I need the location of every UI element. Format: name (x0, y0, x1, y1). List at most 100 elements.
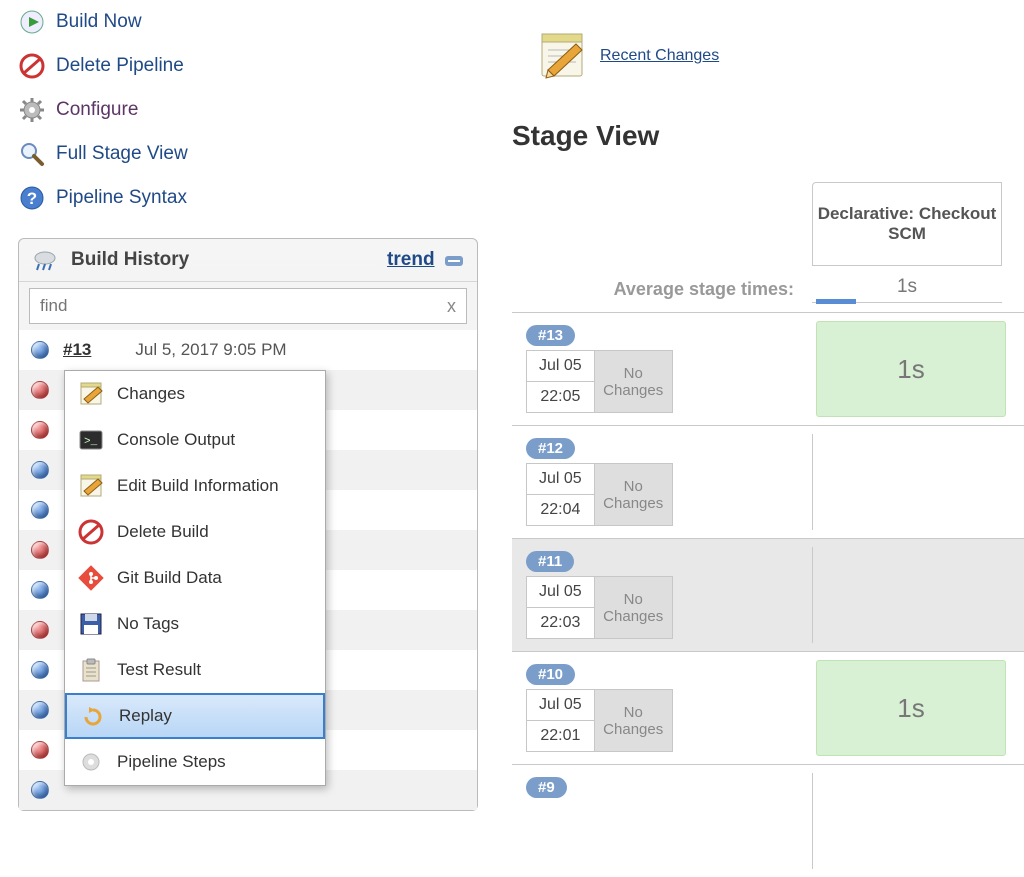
gear-light-icon (77, 748, 105, 776)
status-ball-icon (31, 781, 49, 799)
status-ball-icon (31, 461, 49, 479)
stage-cell[interactable]: 1s (816, 321, 1006, 417)
build-date: Jul 5, 2017 9:05 PM (135, 340, 286, 360)
git-icon (77, 564, 105, 592)
build-history-header: Build History trend (19, 239, 477, 282)
run-time: 22:04 (527, 495, 594, 525)
build-pill[interactable]: #12 (526, 438, 575, 459)
stage-cell[interactable] (812, 434, 1002, 530)
nav-link-label: Full Stage View (56, 143, 188, 165)
build-time-box: Jul 0522:01No Changes (526, 689, 812, 752)
redo-icon (79, 702, 107, 730)
menu-item-label: Edit Build Information (117, 476, 279, 496)
run-date: Jul 05 (527, 464, 594, 495)
menu-item-label: Test Result (117, 660, 201, 680)
run-changes: No Changes (595, 576, 673, 639)
status-ball-icon (31, 381, 49, 399)
build-time-box: Jul 0522:05No Changes (526, 350, 812, 413)
stage-run-row: #13Jul 0522:05No Changes1s (512, 312, 1024, 425)
run-date: Jul 05 (527, 690, 594, 721)
status-ball-icon (31, 541, 49, 559)
find-box: x (29, 288, 467, 324)
status-ball-icon (31, 741, 49, 759)
build-context-menu: Changes >_ Console Output Edit Build Inform… (64, 370, 326, 786)
build-pill[interactable]: #9 (526, 777, 567, 798)
build-time-box: Jul 0522:04No Changes (526, 463, 812, 526)
nav-link-label: Configure (56, 99, 138, 121)
menu-no-tags[interactable]: No Tags (65, 601, 325, 647)
status-ball-icon (31, 581, 49, 599)
avg-stage-times-label: Average stage times: (512, 279, 812, 300)
menu-item-label: Console Output (117, 430, 235, 450)
menu-item-label: Git Build Data (117, 568, 222, 588)
menu-item-label: No Tags (117, 614, 179, 634)
no-entry-icon (77, 518, 105, 546)
gear-icon (18, 96, 46, 124)
status-ball-icon (31, 621, 49, 639)
run-time: 22:05 (527, 382, 594, 412)
stage-cell[interactable] (812, 773, 1002, 869)
menu-replay[interactable]: Replay (65, 693, 325, 739)
svg-text:?: ? (27, 189, 37, 208)
run-time: 22:03 (527, 608, 594, 638)
status-ball-icon (31, 661, 49, 679)
build-row[interactable]: #13 Jul 5, 2017 9:05 PM (19, 330, 477, 370)
collapse-icon[interactable] (445, 256, 463, 266)
build-history-title: Build History (71, 249, 189, 271)
menu-item-label: Delete Build (117, 522, 209, 542)
stage-column-header: Declarative: Checkout SCM (812, 182, 1002, 266)
menu-edit-build-information[interactable]: Edit Build Information (65, 463, 325, 509)
nav-link-label: Pipeline Syntax (56, 187, 187, 209)
build-pill[interactable]: #11 (526, 551, 574, 572)
terminal-icon: >_ (77, 426, 105, 454)
weather-icon (33, 249, 59, 271)
menu-item-label: Replay (119, 706, 172, 726)
menu-pipeline-steps[interactable]: Pipeline Steps (65, 739, 325, 785)
clipboard-icon (77, 656, 105, 684)
trend-link[interactable]: trend (387, 249, 435, 270)
nav-link-label: Build Now (56, 11, 142, 33)
notepad-icon (536, 30, 588, 82)
stage-cell[interactable] (812, 547, 1002, 643)
menu-delete-build[interactable]: Delete Build (65, 509, 325, 555)
run-date: Jul 05 (527, 351, 594, 382)
help-icon: ? (18, 184, 46, 212)
stage-cell[interactable]: 1s (816, 660, 1006, 756)
run-changes: No Changes (595, 689, 673, 752)
menu-git-build-data[interactable]: Git Build Data (65, 555, 325, 601)
find-input[interactable] (40, 296, 447, 316)
stage-run-row: #11 Jul 0522:03No Changes (512, 538, 1024, 651)
run-changes: No Changes (595, 350, 673, 413)
status-ball-icon (31, 421, 49, 439)
build-pill[interactable]: #13 (526, 325, 575, 346)
floppy-icon (77, 610, 105, 638)
svg-text:>_: >_ (84, 436, 98, 448)
menu-console-output[interactable]: >_ Console Output (65, 417, 325, 463)
stage-run-row: #10Jul 0522:01No Changes1s (512, 651, 1024, 764)
magnifier-icon (18, 140, 46, 168)
stage-view-table: Declarative: Checkout SCM Average stage … (512, 182, 1024, 877)
menu-changes[interactable]: Changes (65, 371, 325, 417)
status-ball-icon (31, 501, 49, 519)
stage-run-row: #12 Jul 0522:04No Changes (512, 425, 1024, 538)
stage-run-row: #9 (512, 764, 1024, 877)
build-number-link[interactable]: #13 (63, 340, 91, 360)
nav-link-label: Delete Pipeline (56, 55, 184, 77)
stage-view-title: Stage View (512, 82, 1024, 152)
menu-test-result[interactable]: Test Result (65, 647, 325, 693)
build-pill[interactable]: #10 (526, 664, 575, 685)
recent-changes-link[interactable]: Recent Changes (600, 47, 719, 65)
run-date: Jul 05 (527, 577, 594, 608)
run-changes: No Changes (595, 463, 673, 526)
avg-progress-bar (816, 299, 856, 304)
notepad-icon (77, 472, 105, 500)
menu-item-label: Changes (117, 384, 185, 404)
avg-stage-time-value: 1s (812, 276, 1002, 303)
run-time: 22:01 (527, 721, 594, 751)
clock-play-icon (18, 8, 46, 36)
no-entry-icon (18, 52, 46, 80)
build-time-box: Jul 0522:03No Changes (526, 576, 812, 639)
notepad-icon (77, 380, 105, 408)
status-ball-icon (31, 341, 49, 359)
clear-find-button[interactable]: x (447, 296, 456, 317)
